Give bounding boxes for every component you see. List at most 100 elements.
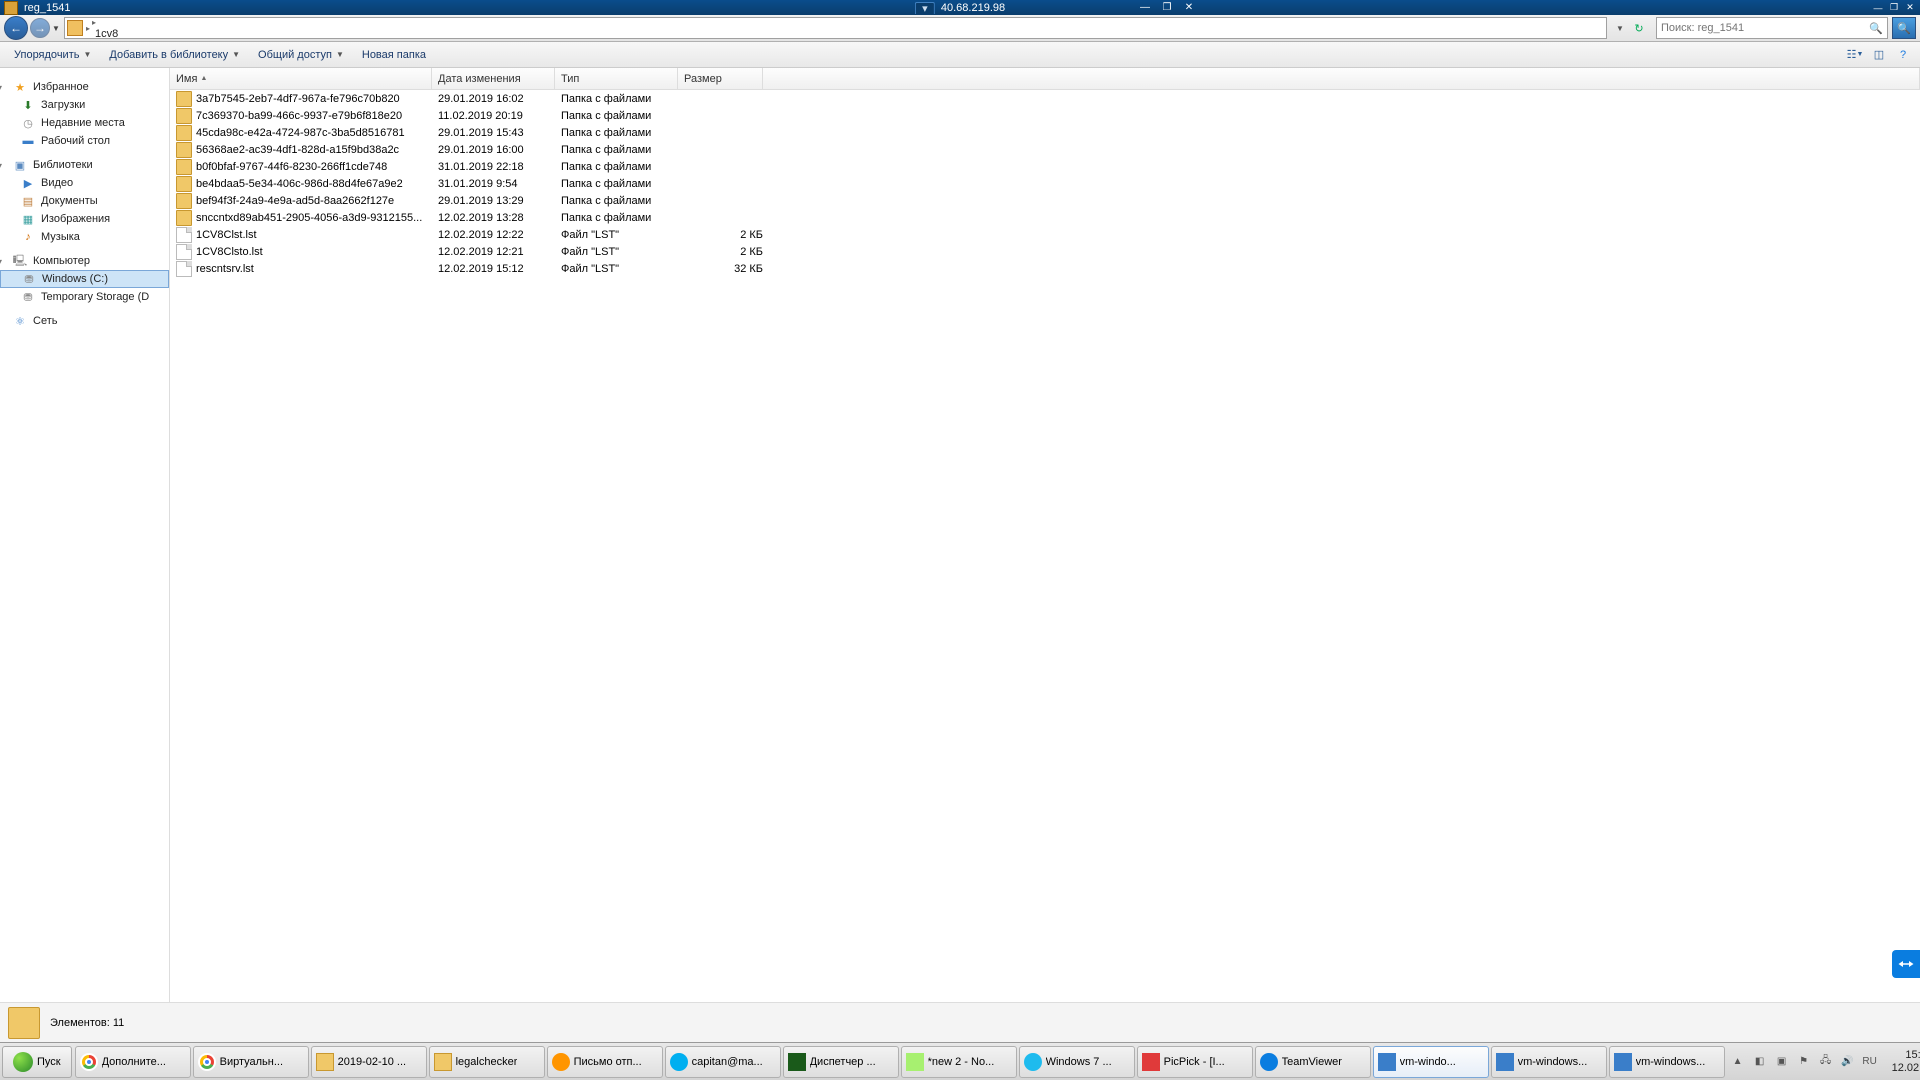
- app-icon: [1024, 1053, 1042, 1071]
- dropdown-icon[interactable]: ▼: [1611, 19, 1629, 37]
- tree-network[interactable]: ⚛Сеть: [0, 312, 169, 330]
- taskbar-item[interactable]: capitan@ma...: [665, 1046, 781, 1078]
- taskbar-item[interactable]: Виртуальн...: [193, 1046, 309, 1078]
- app-icon: [198, 1053, 216, 1071]
- taskbar-item[interactable]: *new 2 - No...: [901, 1046, 1017, 1078]
- taskbar-label: capitan@ma...: [692, 1056, 763, 1068]
- taskbar-label: TeamViewer: [1282, 1056, 1342, 1068]
- tree-libraries[interactable]: ▾▣Библиотеки: [0, 156, 169, 174]
- file-row[interactable]: 3a7b7545-2eb7-4df7-967a-fe796c70b82029.0…: [170, 90, 1920, 107]
- search-input[interactable]: 🔍: [1656, 17, 1888, 39]
- file-row[interactable]: 1CV8Clsto.lst12.02.2019 12:21Файл "LST"2…: [170, 243, 1920, 260]
- taskbar-item[interactable]: Диспетчер ...: [783, 1046, 899, 1078]
- help-icon[interactable]: ?: [1892, 45, 1914, 65]
- file-row[interactable]: bef94f3f-24a9-4e9a-ad5d-8aa2662f127e29.0…: [170, 192, 1920, 209]
- file-row[interactable]: be4bdaa5-5e34-406c-986d-88d4fe67a9e231.0…: [170, 175, 1920, 192]
- file-type: Папка с файлами: [561, 144, 684, 156]
- tree-computer[interactable]: ▾🖳Компьютер: [0, 252, 169, 270]
- file-row[interactable]: 1CV8Clst.lst12.02.2019 12:22Файл "LST"2 …: [170, 226, 1920, 243]
- tree-temp-storage[interactable]: ⛃Temporary Storage (D: [0, 288, 169, 306]
- share-button[interactable]: Общий доступ▼: [250, 46, 352, 64]
- file-row[interactable]: b0f0bfaf-9767-44f6-8230-266ff1cde74831.0…: [170, 158, 1920, 175]
- taskbar-item[interactable]: legalchecker: [429, 1046, 545, 1078]
- language-icon[interactable]: RU: [1862, 1054, 1878, 1070]
- tree-desktop[interactable]: ▬Рабочий стол: [0, 132, 169, 150]
- start-button[interactable]: Пуск: [2, 1046, 72, 1078]
- column-date[interactable]: Дата изменения: [432, 68, 555, 89]
- file-date: 12.02.2019 12:22: [438, 229, 561, 241]
- search-go-button[interactable]: 🔍: [1892, 17, 1916, 39]
- close-icon[interactable]: ✕: [1178, 1, 1200, 15]
- volume-icon[interactable]: 🔊: [1840, 1054, 1856, 1070]
- taskbar-item[interactable]: Дополните...: [75, 1046, 191, 1078]
- file-icon: [176, 261, 192, 277]
- taskbar-item[interactable]: Письмо отп...: [547, 1046, 663, 1078]
- chevron-right-icon[interactable]: ▸: [91, 18, 97, 27]
- file-size: 32 КБ: [684, 263, 769, 275]
- windows-orb-icon: [13, 1052, 33, 1072]
- organize-button[interactable]: Упорядочить▼: [6, 46, 99, 64]
- network-icon[interactable]: 🖧: [1818, 1054, 1834, 1070]
- file-row[interactable]: snccntxd89ab451-2905-4056-a3d9-9312155..…: [170, 209, 1920, 226]
- file-name: rescntsrv.lst: [196, 263, 438, 275]
- file-type: Папка с файлами: [561, 212, 684, 224]
- teamviewer-panel-icon[interactable]: [1892, 950, 1920, 978]
- column-name[interactable]: Имя▲: [170, 68, 432, 89]
- taskbar-item[interactable]: TeamViewer: [1255, 1046, 1371, 1078]
- outer-restore-icon[interactable]: ❐: [1886, 1, 1902, 14]
- refresh-icon[interactable]: ↻: [1630, 19, 1648, 37]
- history-dropdown-icon[interactable]: ▼: [52, 24, 62, 33]
- maximize-icon[interactable]: ❐: [1156, 1, 1178, 15]
- tree-music[interactable]: ♪Музыка: [0, 228, 169, 246]
- tree-favorites[interactable]: ▾★Избранное: [0, 78, 169, 96]
- back-button[interactable]: ←: [4, 16, 28, 40]
- file-row[interactable]: 7c369370-ba99-466c-9937-e79b6f818e2011.0…: [170, 107, 1920, 124]
- file-row[interactable]: 45cda98c-e42a-4724-987c-3ba5d851678129.0…: [170, 124, 1920, 141]
- file-name: 1CV8Clsto.lst: [196, 246, 438, 258]
- file-type: Папка с файлами: [561, 127, 684, 139]
- file-icon: [176, 244, 192, 260]
- column-type[interactable]: Тип: [555, 68, 678, 89]
- preview-pane-icon[interactable]: ◫: [1868, 45, 1890, 65]
- breadcrumb[interactable]: ▸ Компьютер▸Windows (C:)▸Program Files (…: [64, 17, 1607, 39]
- app-icon: [1378, 1053, 1396, 1071]
- tree-downloads[interactable]: ⬇Загрузки: [0, 96, 169, 114]
- column-size[interactable]: Размер: [678, 68, 763, 89]
- breadcrumb-segment[interactable]: 1cv8: [91, 28, 196, 39]
- taskbar-item[interactable]: vm-windows...: [1609, 1046, 1725, 1078]
- tree-images[interactable]: ▦Изображения: [0, 210, 169, 228]
- folder-icon: [8, 1007, 40, 1039]
- outer-close-icon[interactable]: ✕: [1902, 1, 1918, 14]
- add-to-library-button[interactable]: Добавить в библиотеку▼: [101, 46, 248, 64]
- view-options-icon[interactable]: ☷ ▼: [1844, 45, 1866, 65]
- show-hidden-icon[interactable]: ▲: [1730, 1054, 1746, 1070]
- tree-recent[interactable]: ◷Недавние места: [0, 114, 169, 132]
- tree-documents[interactable]: ▤Документы: [0, 192, 169, 210]
- taskbar-clock[interactable]: 15:12 12.02.2019: [1884, 1049, 1920, 1075]
- file-row[interactable]: rescntsrv.lst12.02.2019 15:12Файл "LST"3…: [170, 260, 1920, 277]
- search-icon: 🔍: [1869, 22, 1883, 35]
- tray-icon[interactable]: ⚑: [1796, 1054, 1812, 1070]
- forward-button[interactable]: →: [30, 18, 50, 38]
- taskbar-item[interactable]: Windows 7 ...: [1019, 1046, 1135, 1078]
- tree-video[interactable]: ▶Видео: [0, 174, 169, 192]
- taskbar-item[interactable]: PicPick - [I...: [1137, 1046, 1253, 1078]
- taskbar-label: Диспетчер ...: [810, 1056, 876, 1068]
- outer-minimize-icon[interactable]: —: [1870, 1, 1886, 14]
- taskbar-item[interactable]: vm-windows...: [1491, 1046, 1607, 1078]
- taskbar-item[interactable]: 2019-02-10 ...: [311, 1046, 427, 1078]
- remote-ip: 40.68.219.98: [941, 2, 1005, 14]
- app-icon: [1260, 1053, 1278, 1071]
- new-folder-button[interactable]: Новая папка: [354, 46, 434, 64]
- file-name: be4bdaa5-5e34-406c-986d-88d4fe67a9e2: [196, 178, 438, 190]
- file-name: 1CV8Clst.lst: [196, 229, 438, 241]
- pin-toolbar-icon[interactable]: ▾: [915, 2, 935, 14]
- tree-cdrive[interactable]: ⛃Windows (C:): [0, 270, 169, 288]
- file-row[interactable]: 56368ae2-ac39-4df1-828d-a15f9bd38a2c29.0…: [170, 141, 1920, 158]
- taskbar-item[interactable]: vm-windo...: [1373, 1046, 1489, 1078]
- address-bar: ← → ▼ ▸ Компьютер▸Windows (C:)▸Program F…: [0, 15, 1920, 42]
- minimize-icon[interactable]: —: [1134, 1, 1156, 15]
- file-type: Папка с файлами: [561, 93, 684, 105]
- tray-icon[interactable]: ◧: [1752, 1054, 1768, 1070]
- tray-icon[interactable]: ▣: [1774, 1054, 1790, 1070]
